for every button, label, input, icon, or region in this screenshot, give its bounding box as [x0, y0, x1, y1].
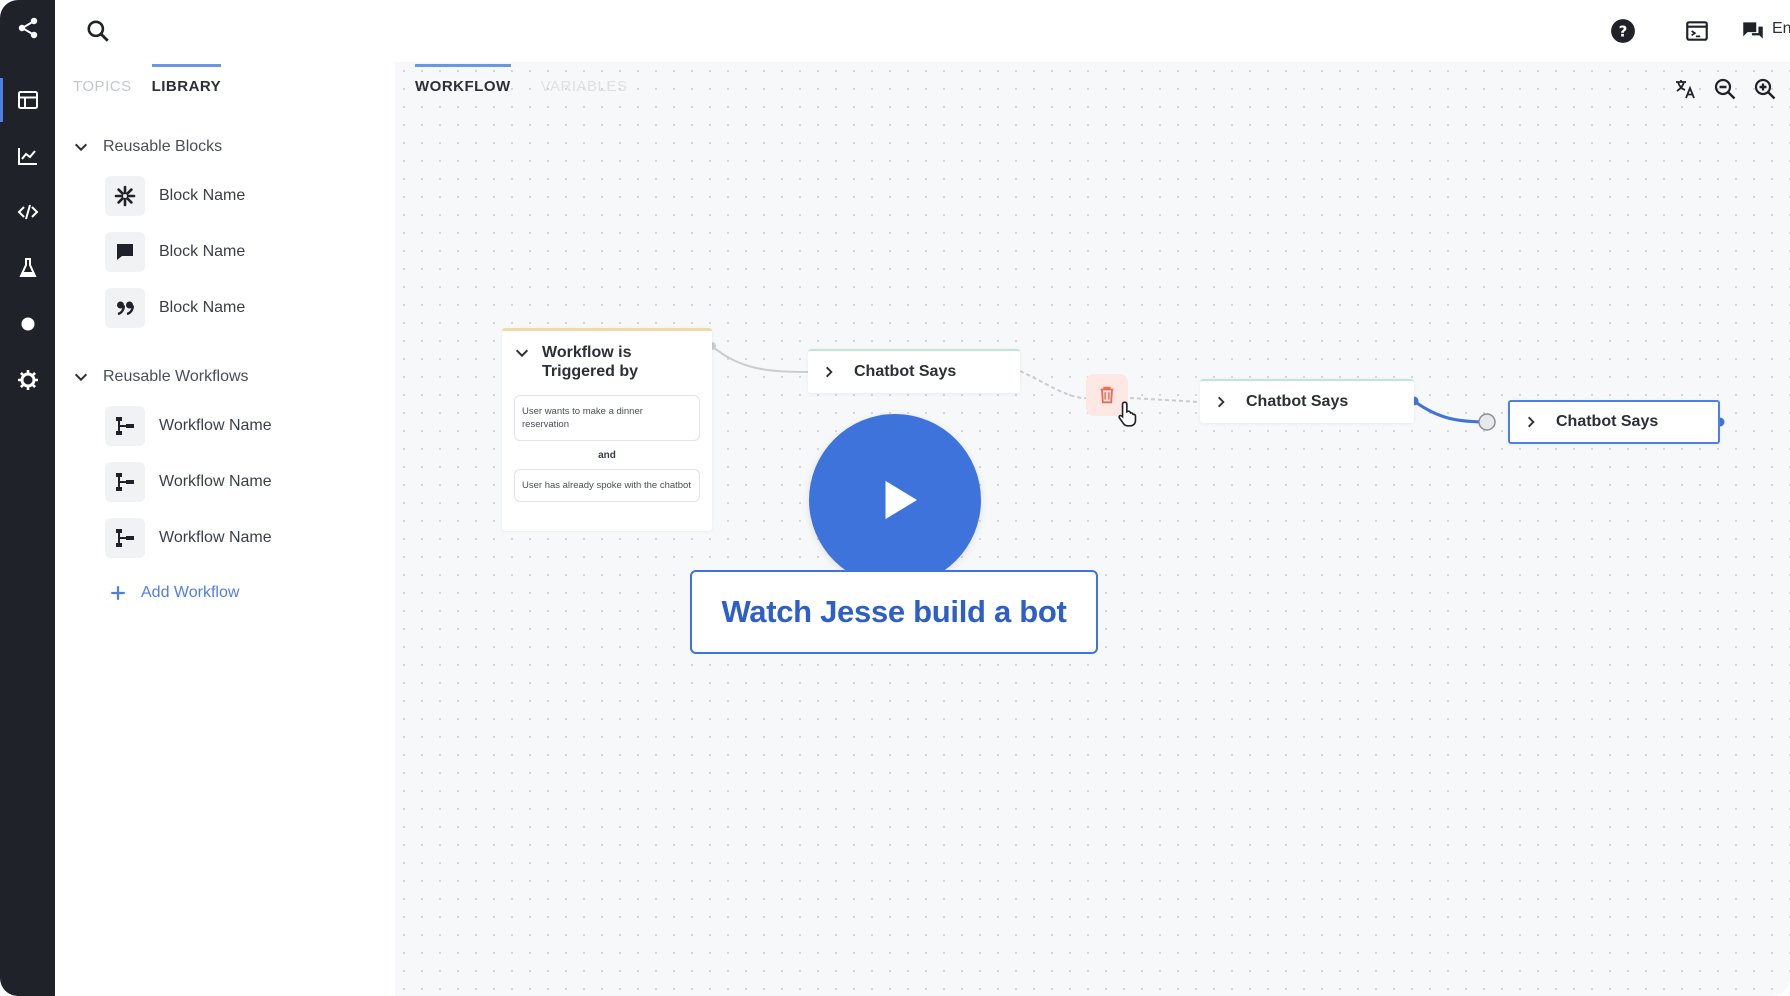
tab-variables[interactable]: VARIABLES: [541, 62, 628, 95]
pointer-cursor-icon: [1118, 401, 1137, 427]
trigger-condition[interactable]: User has already spoke with the chatbot: [514, 469, 700, 502]
list-item[interactable]: Workflow Name: [105, 462, 272, 502]
canvas-toolbar: [1670, 74, 1790, 104]
workflow-icon: [105, 462, 145, 502]
left-rail: [0, 0, 55, 996]
gear-icon[interactable]: [0, 358, 55, 402]
panel-tabs: TOPICS LIBRARY: [73, 62, 221, 106]
list-item[interactable]: Block Name: [105, 288, 245, 328]
language-label[interactable]: En: [1772, 20, 1790, 38]
tab-topics[interactable]: TOPICS: [73, 62, 132, 106]
chevron-down-icon: [74, 373, 88, 382]
share-icon[interactable]: [0, 6, 55, 50]
canvas-tabs: WORKFLOW VARIABLES: [415, 62, 627, 95]
block-name-label: Block Name: [159, 243, 246, 260]
reusable-blocks-title: Reusable Blocks: [103, 138, 223, 155]
list-item[interactable]: Workflow Name: [105, 406, 272, 446]
layout-icon[interactable]: [0, 78, 55, 122]
chatbot-says-node-selected[interactable]: Chatbot Says: [1508, 400, 1720, 444]
workflow-name-label: Workflow Name: [159, 473, 272, 490]
chatbot-says-node[interactable]: Chatbot Says: [1200, 379, 1414, 423]
trigger-title: Workflow is Triggered by: [542, 344, 639, 380]
workflow-name-label: Workflow Name: [159, 529, 272, 546]
dot-icon[interactable]: [0, 302, 55, 346]
reusable-blocks-header[interactable]: Reusable Blocks: [73, 138, 222, 156]
flask-icon[interactable]: [0, 246, 55, 290]
code-icon[interactable]: [0, 190, 55, 234]
block-name-label: Block Name: [159, 187, 246, 204]
plus-icon: [111, 586, 125, 600]
library-panel: TOPICS LIBRARY Reusable Blocks Block Nam…: [55, 62, 395, 996]
condition-joiner: and: [598, 450, 616, 461]
workflow-icon: [105, 518, 145, 558]
chevron-down-icon[interactable]: [514, 345, 530, 361]
workflow-icon: [105, 406, 145, 446]
watch-video-button[interactable]: Watch Jesse build a bot: [690, 570, 1098, 654]
tab-library[interactable]: LIBRARY: [151, 62, 222, 106]
language-icon[interactable]: [1738, 14, 1768, 48]
tab-workflow[interactable]: WORKFLOW: [415, 62, 511, 95]
play-video-button[interactable]: [809, 414, 981, 586]
trigger-header: Workflow is Triggered by: [514, 343, 652, 381]
node-label: Chatbot Says: [1246, 393, 1349, 410]
list-item[interactable]: Workflow Name: [105, 518, 272, 558]
svg-text:?: ?: [1619, 22, 1628, 40]
list-item[interactable]: Block Name: [105, 232, 245, 272]
trigger-node[interactable]: Workflow is Triggered by User wants to m…: [502, 328, 712, 531]
chat-bubble-icon: [105, 232, 145, 272]
trigger-condition[interactable]: User wants to make a dinner reservation: [514, 395, 700, 441]
add-workflow-button[interactable]: Add Workflow: [109, 584, 239, 602]
add-workflow-label: Add Workflow: [141, 584, 240, 601]
terminal-icon[interactable]: [1680, 14, 1714, 48]
node-label: Chatbot Says: [854, 363, 957, 380]
search-icon[interactable]: [81, 14, 115, 48]
zoom-out-icon[interactable]: [1710, 74, 1740, 104]
block-name-label: Block Name: [159, 299, 246, 316]
chevron-right-icon[interactable]: [1214, 395, 1228, 409]
help-icon[interactable]: ?: [1606, 14, 1640, 48]
quote-icon: [105, 288, 145, 328]
chevron-down-icon: [74, 143, 88, 152]
reusable-workflows-title: Reusable Workflows: [103, 368, 249, 385]
top-bar: [55, 0, 1790, 62]
translate-icon[interactable]: [1670, 74, 1700, 104]
chevron-right-icon[interactable]: [1524, 415, 1538, 429]
play-icon: [885, 480, 917, 520]
zoom-in-icon[interactable]: [1750, 74, 1780, 104]
node-label: Chatbot Says: [1556, 413, 1659, 430]
app-frame: ? En TOPICS LIBRARY Reusable Blocks Bloc…: [0, 0, 1790, 996]
reusable-workflows-header[interactable]: Reusable Workflows: [73, 368, 249, 386]
chatbot-says-node[interactable]: Chatbot Says: [808, 349, 1020, 393]
chevron-right-icon[interactable]: [822, 365, 836, 379]
sparkle-icon: [105, 176, 145, 216]
workflow-name-label: Workflow Name: [159, 417, 272, 434]
list-item[interactable]: Block Name: [105, 176, 245, 216]
analytics-icon[interactable]: [0, 134, 55, 178]
